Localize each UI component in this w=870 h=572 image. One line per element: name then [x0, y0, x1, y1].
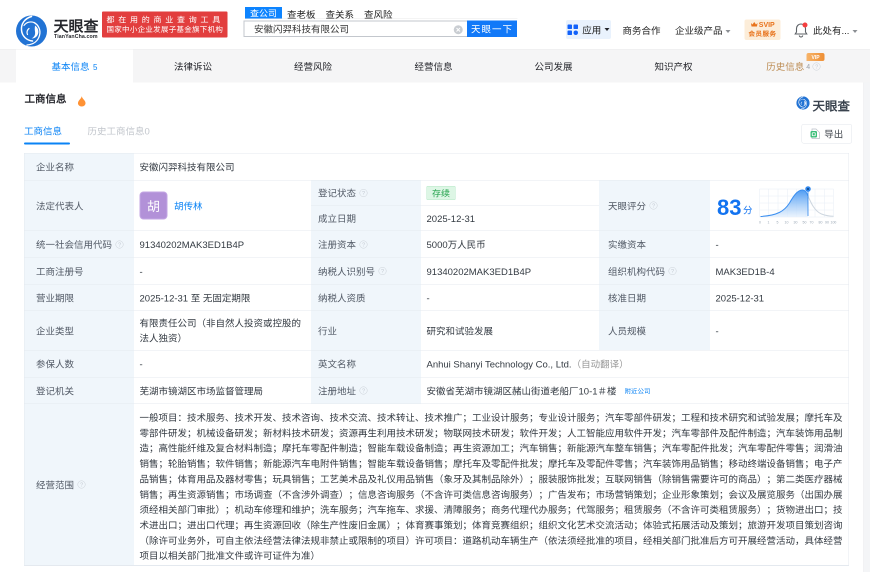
svg-text:1: 1 — [767, 221, 769, 225]
svg-text:5: 5 — [776, 221, 778, 225]
svg-text:50: 50 — [802, 221, 806, 225]
svg-text:90: 90 — [825, 221, 829, 225]
svg-text:70: 70 — [809, 221, 813, 225]
svg-text:10: 10 — [784, 221, 788, 225]
svg-text:0: 0 — [759, 221, 761, 225]
svg-text:80: 80 — [818, 221, 822, 225]
svg-text:30: 30 — [793, 221, 797, 225]
svg-text:100: 100 — [830, 221, 836, 225]
